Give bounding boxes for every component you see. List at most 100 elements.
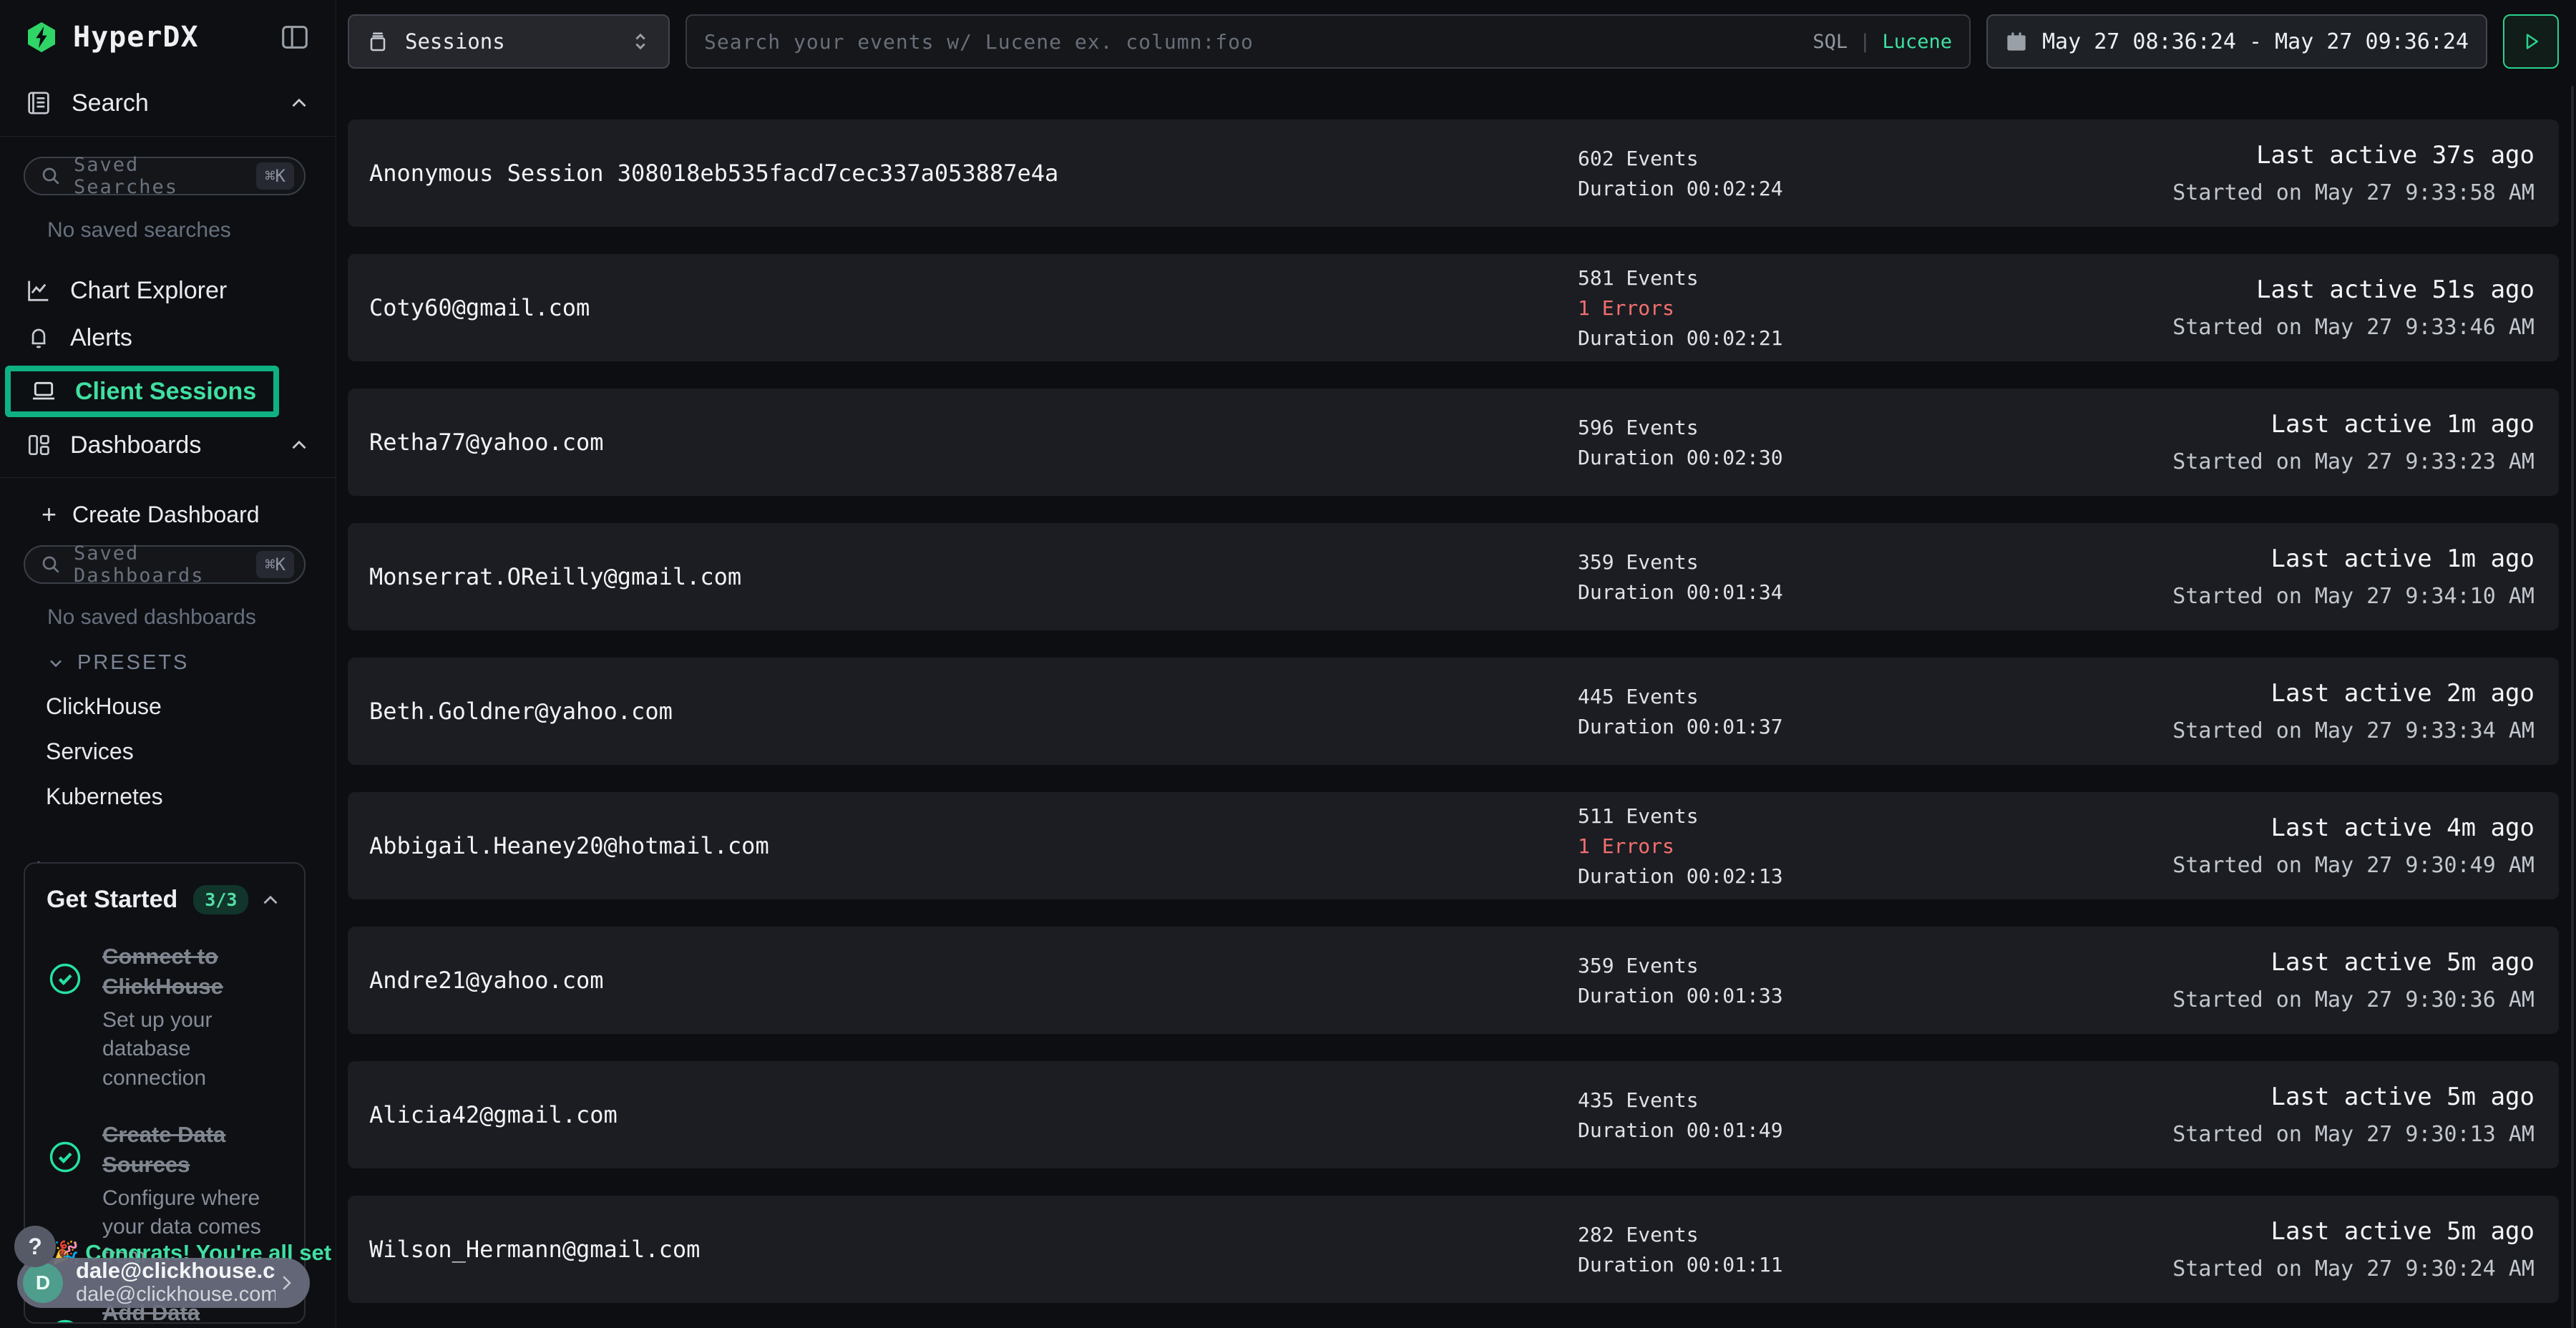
get-started-header[interactable]: Get Started 3/3 [47, 885, 283, 914]
create-dashboard-button[interactable]: + Create Dashboard [42, 499, 336, 529]
journal-icon [24, 89, 53, 117]
saved-dashboards-shortcut: ⌘K [256, 551, 294, 578]
session-name: Andre21@yahoo.com [348, 967, 1578, 994]
session-errors: 1 Errors [1578, 296, 2172, 320]
get-started-item[interactable]: Connect to ClickHouse Set up your databa… [47, 942, 283, 1093]
get-started-item-desc: Set up your database connection [102, 1006, 283, 1093]
session-activity: Last active 51s ago Started on May 27 9:… [2172, 275, 2559, 340]
session-last-active: Last active 37s ago [2256, 141, 2534, 170]
plus-icon: + [42, 499, 57, 529]
client-sessions-selection-box: Client Sessions [5, 366, 279, 417]
lucene-mode-toggle[interactable]: Lucene [1882, 31, 1952, 53]
session-row[interactable]: Wilson_Hermann@gmail.com 282 Events Dura… [348, 1196, 2559, 1303]
archive-icon [365, 29, 391, 54]
create-dashboard-label: Create Dashboard [72, 502, 259, 528]
session-last-active: Last active 2m ago [2271, 679, 2534, 708]
session-started: Started on May 27 9:33:58 AM [2172, 180, 2534, 205]
no-saved-dashboards-text: No saved dashboards [47, 605, 336, 630]
saved-dashboards-input[interactable]: Saved Dashboards ⌘K [24, 545, 306, 584]
avatar: D [23, 1263, 63, 1303]
saved-searches-input[interactable]: Saved Searches ⌘K [24, 157, 306, 195]
session-stats: 596 Events Duration 00:02:30 [1578, 416, 2172, 469]
event-search-placeholder: Search your events w/ Lucene ex. column:… [704, 30, 1254, 54]
source-selector[interactable]: Sessions [348, 14, 670, 69]
help-button[interactable]: ? [14, 1226, 56, 1267]
time-range-picker[interactable]: May 27 08:36:24 - May 27 09:36:24 [1986, 14, 2487, 69]
session-name: Wilson_Hermann@gmail.com [348, 1236, 1578, 1263]
user-menu[interactable]: D dale@clickhouse.com dale@clickhouse.co… [17, 1258, 310, 1308]
session-events: 445 Events [1578, 685, 2172, 708]
session-activity: Last active 37s ago Started on May 27 9:… [2172, 141, 2559, 205]
saved-dashboards-placeholder: Saved Dashboards [74, 542, 256, 587]
session-last-active: Last active 1m ago [2271, 545, 2534, 573]
preset-item-clickhouse[interactable]: ClickHouse [46, 693, 336, 720]
session-started: Started on May 27 9:33:23 AM [2172, 449, 2534, 474]
session-events: 511 Events [1578, 804, 2172, 828]
get-started-progress-badge: 3/3 [193, 885, 248, 914]
session-last-active: Last active 1m ago [2271, 410, 2534, 439]
session-row[interactable]: Andre21@yahoo.com 359 Events Duration 00… [348, 927, 2559, 1034]
session-duration: Duration 00:01:34 [1578, 580, 2172, 604]
saved-searches-placeholder: Saved Searches [74, 154, 256, 198]
presets-toggle[interactable]: PRESETS [46, 651, 336, 675]
session-duration: Duration 00:02:24 [1578, 177, 2172, 200]
session-started: Started on May 27 9:33:34 AM [2172, 718, 2534, 743]
bell-icon [25, 324, 52, 351]
chevron-down-icon [46, 653, 66, 673]
session-activity: Last active 4m ago Started on May 27 9:3… [2172, 814, 2559, 878]
session-started: Started on May 27 9:30:49 AM [2172, 853, 2534, 878]
session-duration: Duration 00:01:49 [1578, 1118, 2172, 1142]
session-started: Started on May 27 9:30:24 AM [2172, 1256, 2534, 1281]
session-row[interactable]: Coty60@gmail.com 581 Events 1 Errors Dur… [348, 254, 2559, 361]
session-stats: 282 Events Duration 00:01:11 [1578, 1223, 2172, 1276]
sidebar-section-search[interactable]: Search [0, 82, 336, 125]
session-last-active: Last active 5m ago [2271, 1217, 2534, 1246]
session-name: Anonymous Session 308018eb535facd7cec337… [348, 160, 1578, 187]
session-row[interactable]: Retha77@yahoo.com 596 Events Duration 00… [348, 389, 2559, 496]
search-icon [39, 553, 62, 576]
session-row[interactable]: Abbigail.Heaney20@hotmail.com 511 Events… [348, 792, 2559, 899]
collapse-sidebar-icon[interactable] [278, 21, 311, 54]
session-duration: Duration 00:02:21 [1578, 326, 2172, 350]
topbar: Sessions Search your events w/ Lucene ex… [336, 0, 2576, 83]
get-started-item-title: Create Data Sources [102, 1120, 283, 1180]
divider [0, 477, 336, 478]
session-activity: Last active 1m ago Started on May 27 9:3… [2172, 410, 2559, 474]
sidebar-item-chart-explorer[interactable]: Chart Explorer [0, 267, 336, 314]
sidebar-item-alerts[interactable]: Alerts [0, 314, 336, 361]
sql-mode-toggle[interactable]: SQL [1813, 31, 1848, 53]
session-activity: Last active 2m ago Started on May 27 9:3… [2172, 679, 2559, 743]
session-row[interactable]: Anonymous Session 308018eb535facd7cec337… [348, 119, 2559, 227]
scrollbar-track[interactable] [2571, 86, 2574, 1328]
session-duration: Duration 00:01:33 [1578, 984, 2172, 1007]
check-circle-icon [47, 960, 84, 997]
session-last-active: Last active 5m ago [2271, 1083, 2534, 1111]
session-name: Monserrat.OReilly@gmail.com [348, 563, 1578, 590]
divider [0, 136, 336, 137]
chevron-up-icon [258, 888, 283, 912]
main-content: Sessions Search your events w/ Lucene ex… [336, 0, 2576, 1328]
session-started: Started on May 27 9:30:36 AM [2172, 987, 2534, 1012]
event-search-input[interactable]: Search your events w/ Lucene ex. column:… [686, 14, 1971, 69]
sidebar-item-label: Dashboards [70, 431, 201, 459]
chevron-up-icon [287, 91, 311, 115]
sidebar-item-client-sessions[interactable]: Client Sessions [0, 361, 336, 421]
get-started-title: Get Started [47, 886, 177, 914]
sidebar-item-dashboards[interactable]: Dashboards [0, 421, 336, 469]
session-activity: Last active 5m ago Started on May 27 9:3… [2172, 948, 2559, 1012]
session-last-active: Last active 51s ago [2256, 275, 2534, 304]
app-root: HyperDX Search Saved Se [0, 0, 2576, 1328]
preset-item-services[interactable]: Services [46, 738, 336, 765]
session-duration: Duration 00:02:30 [1578, 446, 2172, 469]
preset-item-kubernetes[interactable]: Kubernetes [46, 783, 336, 810]
run-search-button[interactable] [2503, 14, 2559, 69]
session-row[interactable]: Alicia42@gmail.com 435 Events Duration 0… [348, 1061, 2559, 1168]
mode-divider: | [1859, 31, 1870, 53]
no-saved-searches-text: No saved searches [47, 218, 336, 243]
session-row[interactable]: Beth.Goldner@yahoo.com 445 Events Durati… [348, 658, 2559, 765]
session-row[interactable]: Monserrat.OReilly@gmail.com 359 Events D… [348, 523, 2559, 630]
session-duration: Duration 00:02:13 [1578, 864, 2172, 888]
session-name: Beth.Goldner@yahoo.com [348, 698, 1578, 725]
session-name: Coty60@gmail.com [348, 294, 1578, 321]
session-stats: 602 Events Duration 00:02:24 [1578, 147, 2172, 200]
